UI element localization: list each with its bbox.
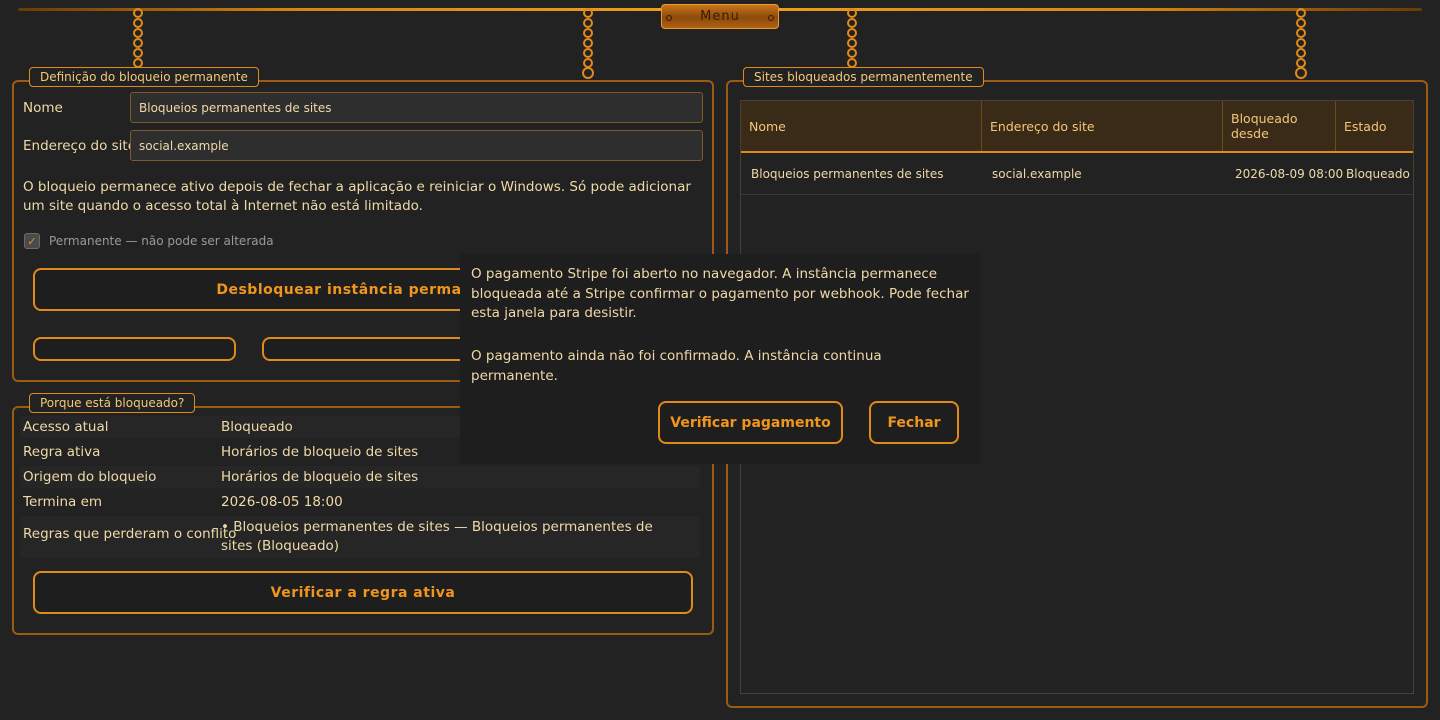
verify-payment-label: Verificar pagamento bbox=[670, 414, 831, 431]
cell-site: social.example bbox=[992, 167, 1082, 181]
menu-button[interactable]: Menu bbox=[661, 4, 779, 29]
close-label: Fechar bbox=[887, 414, 941, 431]
cell-state: Bloqueado bbox=[1346, 167, 1410, 181]
name-input[interactable] bbox=[130, 92, 703, 123]
why-value-rule: Horários de bloqueio de sites bbox=[221, 444, 419, 460]
check-active-rule-button[interactable]: Verificar a regra ativa bbox=[33, 571, 693, 614]
permanent-checkbox[interactable]: ✓ bbox=[24, 233, 40, 249]
chain-icon bbox=[582, 8, 594, 80]
why-value-access: Bloqueado bbox=[221, 419, 293, 435]
why-key-origin: Origem do bloqueio bbox=[23, 469, 157, 485]
column-header-state[interactable]: Estado bbox=[1336, 101, 1413, 151]
cell-since: 2026-08-09 08:00 bbox=[1235, 167, 1344, 181]
why-value-lost-rules: • Bloqueios permanentes de sites — Bloqu… bbox=[221, 519, 653, 554]
rivet-icon bbox=[666, 15, 672, 21]
dialog-message: O pagamento Stripe foi aberto no navegad… bbox=[471, 266, 969, 321]
site-input[interactable] bbox=[130, 130, 703, 161]
rivet-icon bbox=[768, 15, 774, 21]
close-button[interactable]: Fechar bbox=[869, 401, 959, 444]
chain-icon bbox=[1295, 8, 1307, 80]
permanent-label: Permanente — não pode ser alterada bbox=[49, 234, 274, 248]
why-key-rule: Regra ativa bbox=[23, 444, 101, 460]
checkmark-icon: ✓ bbox=[27, 234, 37, 248]
column-header-site[interactable]: Endereço do site bbox=[982, 101, 1223, 151]
secondary-button-1[interactable] bbox=[33, 337, 236, 361]
menu-label: Menu bbox=[700, 9, 740, 24]
column-header-since[interactable]: Bloqueado desde bbox=[1223, 101, 1336, 151]
definition-legend: Definição do bloqueio permanente bbox=[29, 67, 259, 87]
table-row[interactable]: Bloqueios permanentes de sites social.ex… bbox=[741, 153, 1413, 195]
why-key-access: Acesso atual bbox=[23, 419, 109, 435]
table-header: Nome Endereço do site Bloqueado desde Es… bbox=[741, 101, 1413, 153]
payment-dialog: O pagamento Stripe foi aberto no navegad… bbox=[460, 254, 980, 464]
cell-name: Bloqueios permanentes de sites bbox=[751, 167, 944, 181]
why-key-ends: Termina em bbox=[23, 494, 103, 510]
why-legend: Porque está bloqueado? bbox=[29, 393, 196, 413]
why-value-ends: 2026-08-05 18:00 bbox=[221, 494, 343, 510]
why-key-lost-rules: Regras que perderam o conflito bbox=[23, 526, 237, 542]
secondary-button-2[interactable] bbox=[262, 337, 492, 361]
name-label: Nome bbox=[23, 100, 63, 116]
sites-legend: Sites bloqueados permanentemente bbox=[743, 67, 984, 87]
site-label: Endereço do site bbox=[23, 138, 136, 154]
column-header-name[interactable]: Nome bbox=[741, 101, 982, 151]
definition-info: O bloqueio permanece ativo depois de fec… bbox=[23, 179, 691, 214]
verify-payment-button[interactable]: Verificar pagamento bbox=[658, 401, 843, 444]
check-active-rule-label: Verificar a regra ativa bbox=[270, 584, 456, 601]
dialog-status: O pagamento ainda não foi confirmado. A … bbox=[471, 348, 882, 384]
why-value-origin: Horários de bloqueio de sites bbox=[221, 469, 419, 485]
